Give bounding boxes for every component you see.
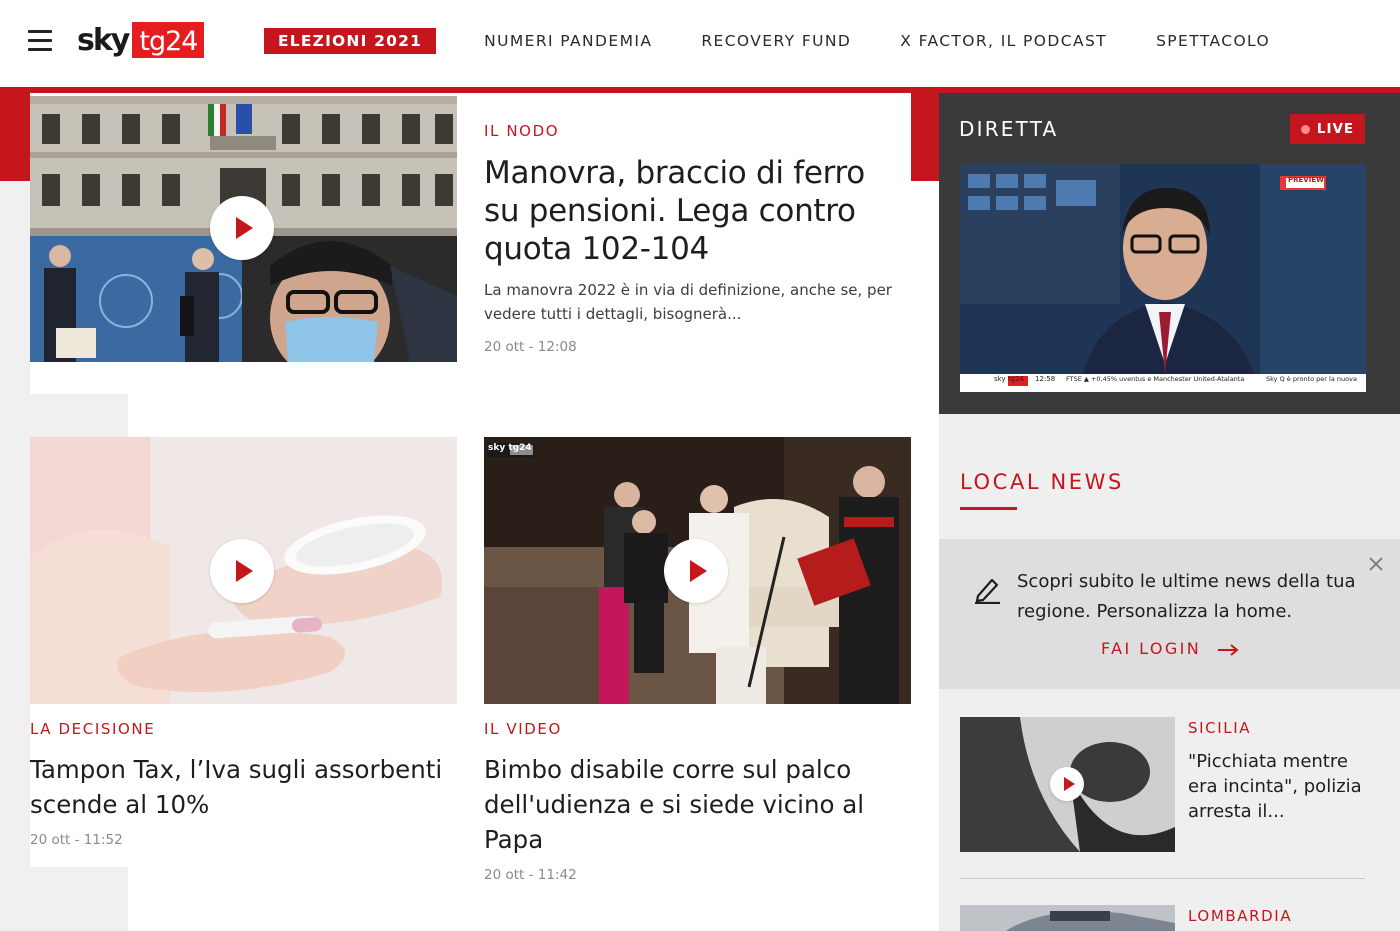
local-news-thumb[interactable]	[960, 717, 1175, 852]
main-nav: ELEZIONI 2021 NUMERI PANDEMIA RECOVERY F…	[264, 28, 1319, 54]
close-icon[interactable]	[1367, 555, 1385, 573]
story-headline[interactable]: Tampon Tax, l’Iva sugli assorbenti scend…	[30, 752, 457, 822]
top-story-headline[interactable]: Manovra, braccio di ferro su pensioni. L…	[484, 154, 894, 268]
local-news-item[interactable]: SICILIA "Picchiata mentre era incinta", …	[960, 717, 1380, 857]
play-icon[interactable]	[210, 539, 274, 603]
site-header: sky tg24 ELEZIONI 2021 NUMERI PANDEMIA R…	[0, 0, 1400, 86]
fai-login-button[interactable]: FAI LOGIN	[1101, 639, 1239, 658]
local-news-login-box: Scopri subito le ultime news della tua r…	[939, 539, 1400, 689]
story-timestamp: 20 ott - 11:42	[484, 867, 577, 883]
nav-item-elezioni[interactable]: ELEZIONI 2021	[264, 28, 437, 54]
logo-sky-text: sky	[77, 22, 130, 58]
image-overlay-logo: sky tg24	[488, 443, 532, 453]
live-label: LIVE	[1316, 121, 1355, 137]
story-kicker[interactable]: IL VIDEO	[484, 720, 911, 738]
site-logo[interactable]: sky tg24	[77, 22, 205, 58]
local-news-underline	[960, 507, 1017, 510]
top-story-timestamp: 20 ott - 12:08	[484, 339, 577, 355]
story-kicker[interactable]: LA DECISIONE	[30, 720, 457, 738]
local-news-thumb[interactable]	[960, 905, 1175, 931]
local-news-region[interactable]: SICILIA	[1188, 719, 1378, 737]
story-text-papa: IL VIDEO Bimbo disabile corre sul palco …	[484, 720, 911, 883]
top-story-card: IL NODO Manovra, braccio di ferro su pen…	[30, 94, 911, 394]
nav-item-recovery-fund[interactable]: RECOVERY FUND	[701, 32, 851, 50]
local-news-title: LOCAL NEWS	[960, 470, 1124, 494]
hamburger-menu-icon[interactable]	[28, 30, 52, 52]
local-news-thumb-image	[960, 905, 1175, 931]
local-news-text: SICILIA "Picchiata mentre era incinta", …	[1188, 719, 1378, 824]
nav-item-x-factor[interactable]: X FACTOR, IL PODCAST	[900, 32, 1107, 50]
story-card-tampon-tax: LA DECISIONE Tampon Tax, l’Iva sugli ass…	[30, 437, 457, 867]
decor-red-block-right	[911, 87, 939, 181]
nav-item-numeri-pandemia[interactable]: NUMERI PANDEMIA	[484, 32, 652, 50]
video-preview-label: PREVIEW	[1288, 176, 1324, 184]
story-headline[interactable]: Bimbo disabile corre sul palco dell'udie…	[484, 752, 911, 857]
fai-login-label: FAI LOGIN	[1101, 639, 1202, 658]
pencil-icon	[975, 578, 1000, 604]
story-image-papa[interactable]: sky tg24	[484, 437, 911, 704]
local-news-divider	[960, 878, 1365, 879]
top-story-summary: La manovra 2022 è in via di definizione,…	[484, 281, 892, 323]
decor-red-block-left	[0, 87, 30, 181]
newsroom-anchor-frame	[960, 164, 1366, 392]
play-icon[interactable]	[664, 539, 728, 603]
ticker-time: 12:58	[1035, 375, 1056, 383]
play-icon[interactable]	[210, 196, 274, 260]
play-icon[interactable]	[1050, 767, 1084, 801]
top-story-image[interactable]	[30, 96, 457, 362]
diretta-panel: DIRETTA LIVE PREVIEW sky tg24 12:58 FTSE…	[939, 93, 1400, 414]
local-news-region[interactable]: LOMBARDIA	[1188, 907, 1378, 925]
diretta-title: DIRETTA	[959, 117, 1059, 141]
ticker-right-text: Sky Q è pronto per la nuova	[1266, 375, 1357, 383]
local-news-text: LOMBARDIA	[1188, 907, 1378, 925]
story-timestamp: 20 ott - 11:52	[30, 832, 123, 848]
live-dot-icon	[1300, 124, 1310, 134]
top-story-text: IL NODO Manovra, braccio di ferro su pen…	[484, 122, 894, 355]
ticker-text: FTSE ▲ +0,45% uventus e Manchester Unite…	[1066, 375, 1245, 383]
nav-item-spettacolo[interactable]: SPETTACOLO	[1156, 32, 1270, 50]
login-prompt-text: Scopri subito le ultime news della tua r…	[1017, 571, 1356, 622]
arrow-right-icon	[1217, 643, 1239, 656]
local-news-headline[interactable]: "Picchiata mentre era incinta", polizia …	[1188, 749, 1378, 824]
local-news-item[interactable]: LOMBARDIA	[960, 905, 1380, 931]
ticker-logo: sky tg24	[994, 375, 1024, 383]
logo-tg24-text: tg24	[132, 22, 205, 58]
story-image-tampon-tax[interactable]	[30, 437, 457, 704]
story-text-tampon-tax: LA DECISIONE Tampon Tax, l’Iva sugli ass…	[30, 720, 457, 848]
live-badge[interactable]: LIVE	[1290, 114, 1365, 144]
top-story-kicker[interactable]: IL NODO	[484, 122, 894, 140]
live-video-player[interactable]: PREVIEW sky tg24 12:58 FTSE ▲ +0,45% uve…	[960, 164, 1366, 392]
story-card-papa: sky tg24 IL VIDEO Bimbo disabile corre s…	[484, 437, 911, 897]
right-column: DIRETTA LIVE PREVIEW sky tg24 12:58 FTSE…	[939, 93, 1400, 931]
